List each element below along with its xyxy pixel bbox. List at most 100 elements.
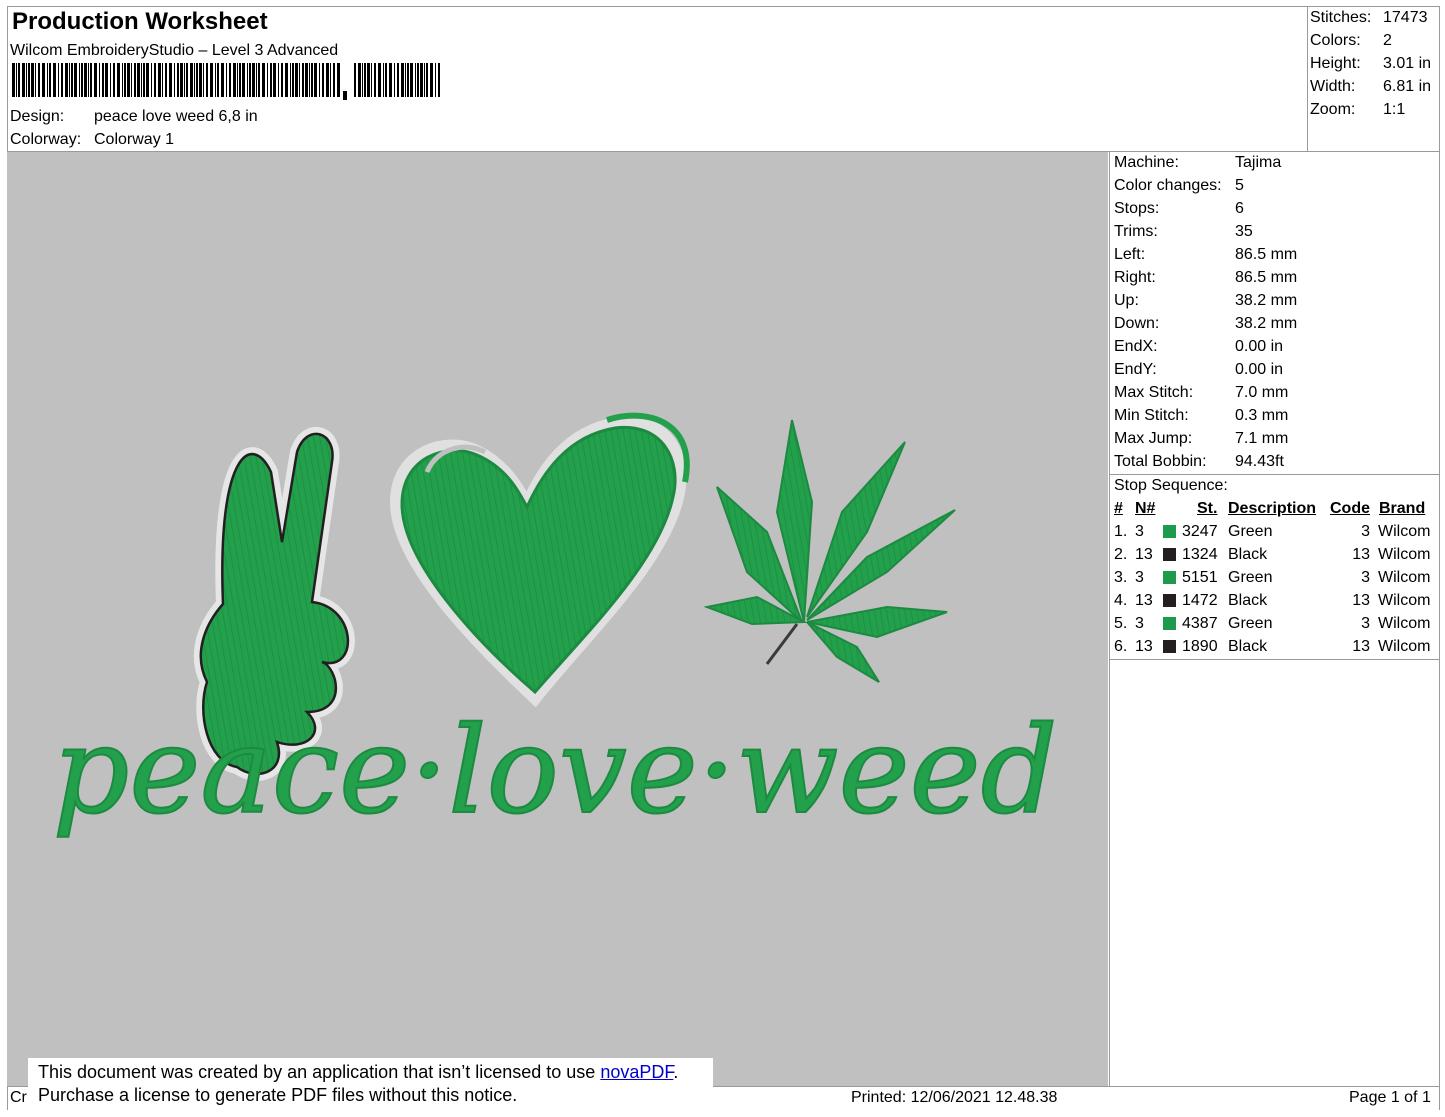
license-notice: This document was created by an applicat… bbox=[28, 1058, 713, 1110]
row-description: Black bbox=[1228, 546, 1268, 563]
row-stitches: 1324 bbox=[1182, 546, 1218, 563]
colorway-label: Colorway: bbox=[10, 131, 82, 148]
row-brand: Wilcom bbox=[1378, 523, 1431, 540]
stat-label-width: Width: bbox=[1310, 78, 1356, 95]
novapdf-link[interactable]: novaPDF bbox=[600, 1062, 673, 1082]
row-needle: 3 bbox=[1135, 523, 1144, 540]
row-stitches: 5151 bbox=[1182, 569, 1218, 586]
page-title: Production Worksheet bbox=[12, 8, 268, 35]
col-header-description: Description bbox=[1228, 500, 1317, 517]
stat-value-height: 3.01 in bbox=[1383, 55, 1432, 72]
notice-suffix: . bbox=[673, 1062, 679, 1082]
stat-label-colors: Colors: bbox=[1310, 32, 1361, 49]
row-brand: Wilcom bbox=[1378, 569, 1431, 586]
created-by-truncated: Cr bbox=[10, 1089, 27, 1106]
row-needle: 13 bbox=[1135, 638, 1153, 655]
max-jump-label: Max Jump: bbox=[1114, 430, 1193, 447]
stat-value-stitches: 17473 bbox=[1383, 9, 1428, 26]
colorway-value: Colorway 1 bbox=[94, 131, 175, 148]
col-header-code: Code bbox=[1330, 500, 1370, 517]
right-label: Right: bbox=[1114, 269, 1156, 286]
row-brand: Wilcom bbox=[1378, 638, 1431, 655]
stop-row: 4. 13 1472 Black 13 Wilcom bbox=[1110, 592, 1440, 615]
row-brand: Wilcom bbox=[1378, 615, 1431, 632]
right-value: 86.5 mm bbox=[1235, 269, 1298, 286]
endx-label: EndX: bbox=[1114, 338, 1158, 355]
stops-value: 6 bbox=[1235, 200, 1244, 217]
row-index: 3. bbox=[1114, 569, 1128, 586]
row-code: 13 bbox=[1352, 592, 1370, 609]
stats-divider bbox=[1110, 474, 1439, 475]
max-stitch-label: Max Stitch: bbox=[1114, 384, 1194, 401]
row-needle: 3 bbox=[1135, 569, 1144, 586]
row-stitches: 4387 bbox=[1182, 615, 1218, 632]
thread-color-swatch bbox=[1163, 571, 1176, 584]
design-value: peace love weed 6,8 in bbox=[94, 108, 258, 125]
stop-sequence-title: Stop Sequence: bbox=[1114, 477, 1228, 494]
color-changes-value: 5 bbox=[1235, 177, 1244, 194]
col-header-stitches: St. bbox=[1197, 500, 1218, 517]
barcode bbox=[12, 63, 440, 100]
row-code: 3 bbox=[1361, 615, 1370, 632]
trims-value: 35 bbox=[1235, 223, 1253, 240]
row-description: Green bbox=[1228, 615, 1273, 632]
total-bobbin-label: Total Bobbin: bbox=[1114, 453, 1207, 470]
thread-color-swatch bbox=[1163, 640, 1176, 653]
leaf-icon bbox=[703, 419, 956, 683]
row-index: 4. bbox=[1114, 592, 1128, 609]
notice-line-1: This document was created by an applicat… bbox=[38, 1062, 678, 1083]
color-changes-label: Color changes: bbox=[1114, 177, 1222, 194]
row-description: Black bbox=[1228, 638, 1268, 655]
top-stats-divider bbox=[1307, 6, 1308, 152]
thread-color-swatch bbox=[1163, 525, 1176, 538]
total-bobbin-value: 94.43ft bbox=[1235, 453, 1284, 470]
row-index: 5. bbox=[1114, 615, 1128, 632]
notice-prefix: This document was created by an applicat… bbox=[38, 1062, 601, 1082]
min-stitch-value: 0.3 mm bbox=[1235, 407, 1289, 424]
stat-value-colors: 2 bbox=[1383, 32, 1392, 49]
stat-label-zoom: Zoom: bbox=[1310, 101, 1356, 118]
design-script-text: peace·love·weed bbox=[53, 702, 1058, 841]
row-index: 2. bbox=[1114, 546, 1128, 563]
machine-value: Tajima bbox=[1235, 154, 1282, 171]
stop-row: 6. 13 1890 Black 13 Wilcom bbox=[1110, 638, 1440, 661]
col-header-brand: Brand bbox=[1379, 500, 1426, 517]
endy-value: 0.00 in bbox=[1235, 361, 1284, 378]
row-brand: Wilcom bbox=[1378, 546, 1431, 563]
stop-row: 2. 13 1324 Black 13 Wilcom bbox=[1110, 546, 1440, 569]
max-stitch-value: 7.0 mm bbox=[1235, 384, 1289, 401]
up-label: Up: bbox=[1114, 292, 1139, 309]
row-code: 3 bbox=[1361, 523, 1370, 540]
machine-label: Machine: bbox=[1114, 154, 1179, 171]
down-label: Down: bbox=[1114, 315, 1160, 332]
thread-color-swatch bbox=[1163, 617, 1176, 630]
design-label: Design: bbox=[10, 108, 65, 125]
row-description: Black bbox=[1228, 592, 1268, 609]
down-value: 38.2 mm bbox=[1235, 315, 1298, 332]
row-stitches: 1890 bbox=[1182, 638, 1218, 655]
thread-color-swatch bbox=[1163, 548, 1176, 561]
row-code: 3 bbox=[1361, 569, 1370, 586]
stat-value-zoom: 1:1 bbox=[1383, 101, 1406, 118]
col-header-index: # bbox=[1114, 500, 1123, 517]
row-needle: 13 bbox=[1135, 546, 1153, 563]
frame-top-line bbox=[7, 6, 1439, 7]
row-index: 6. bbox=[1114, 638, 1128, 655]
row-needle: 13 bbox=[1135, 592, 1153, 609]
thread-color-swatch bbox=[1163, 594, 1176, 607]
endy-label: EndY: bbox=[1114, 361, 1157, 378]
stat-label-stitches: Stitches: bbox=[1310, 9, 1372, 26]
trims-label: Trims: bbox=[1114, 223, 1158, 240]
left-value: 86.5 mm bbox=[1235, 246, 1298, 263]
row-stitches: 1472 bbox=[1182, 592, 1218, 609]
max-jump-value: 7.1 mm bbox=[1235, 430, 1289, 447]
row-needle: 3 bbox=[1135, 615, 1144, 632]
stop-row: 1. 3 3247 Green 3 Wilcom bbox=[1110, 523, 1440, 546]
left-label: Left: bbox=[1114, 246, 1146, 263]
row-index: 1. bbox=[1114, 523, 1128, 540]
endx-value: 0.00 in bbox=[1235, 338, 1284, 355]
stat-value-width: 6.81 in bbox=[1383, 78, 1432, 95]
min-stitch-label: Min Stitch: bbox=[1114, 407, 1189, 424]
row-code: 13 bbox=[1352, 546, 1370, 563]
heart-icon bbox=[389, 412, 690, 708]
